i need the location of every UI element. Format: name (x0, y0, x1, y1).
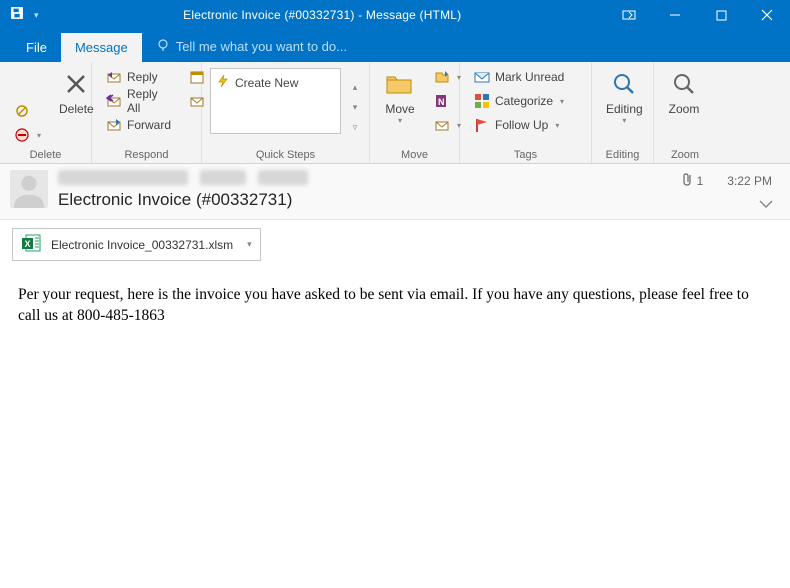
message-subject: Electronic Invoice (#00332731) (58, 190, 778, 210)
ribbon: ▾ Delete Delete Reply (0, 62, 790, 164)
follow-up-button[interactable]: Follow Up ▾ (468, 114, 570, 136)
quick-access-toolbar: ▾ (0, 6, 39, 25)
excel-icon: X (21, 232, 43, 257)
ribbon-group-label: Zoom (662, 146, 708, 163)
gallery-scroll[interactable]: ▴ ▾ ▿ (349, 68, 361, 146)
reply-button[interactable]: Reply (100, 66, 177, 88)
ribbon-group-label: Editing (600, 146, 645, 163)
ribbon-group-label: Delete (8, 146, 83, 163)
minimize-button[interactable] (652, 0, 698, 30)
reply-all-icon (106, 93, 122, 109)
svg-text:X: X (25, 239, 31, 249)
ribbon-group-move: Move ▾ ▾ N (370, 62, 460, 163)
onenote-icon: N (434, 93, 450, 109)
window-controls (606, 0, 790, 30)
save-icon[interactable] (10, 6, 24, 25)
lightbulb-icon (156, 38, 170, 55)
message-time: 3:22 PM (727, 174, 772, 188)
attachment-area: X Electronic Invoice_00332731.xlsm ▾ (0, 220, 790, 269)
onenote-button[interactable]: N (428, 90, 454, 112)
lightning-icon (216, 74, 230, 91)
envelope-icon (474, 69, 490, 85)
ignore-button[interactable] (8, 100, 47, 122)
tab-file[interactable]: File (12, 33, 61, 62)
rules-button[interactable]: ▾ (428, 66, 454, 88)
tab-message[interactable]: Message (61, 33, 142, 62)
attachment-icon (681, 172, 693, 189)
chevron-down-icon: ▾ (555, 121, 559, 130)
tell-me-placeholder: Tell me what you want to do... (176, 39, 347, 54)
flag-icon (474, 117, 490, 133)
chevron-down-icon: ▾ (560, 97, 564, 106)
attachment-filename: Electronic Invoice_00332731.xlsm (51, 238, 233, 252)
forward-icon (106, 117, 122, 133)
ribbon-group-tags: Mark Unread Categorize ▾ Follow Up ▾ (460, 62, 592, 163)
ribbon-group-editing: Editing ▾ Editing (592, 62, 654, 163)
chevron-down-icon: ▾ (398, 117, 402, 125)
chevron-down-icon[interactable]: ▾ (349, 102, 361, 112)
zoom-button[interactable]: Zoom (662, 66, 706, 146)
reply-icon (106, 69, 122, 85)
editing-button[interactable]: Editing ▾ (600, 66, 649, 146)
rules-icon (434, 69, 450, 85)
chevron-up-icon[interactable]: ▴ (349, 82, 361, 92)
title-bar: ▾ Electronic Invoice (#00332731) - Messa… (0, 0, 790, 30)
ribbon-group-delete: ▾ Delete Delete (0, 62, 92, 163)
find-icon (608, 68, 640, 100)
quick-steps-gallery[interactable]: Create New (210, 68, 341, 134)
message-body: Per your request, here is the invoice yo… (0, 269, 790, 343)
ribbon-display-button[interactable] (606, 0, 652, 30)
ribbon-group-zoom: Zoom Zoom (654, 62, 716, 163)
chevron-down-icon: ▾ (37, 131, 41, 140)
move-button[interactable]: Move ▾ (378, 66, 422, 146)
forward-button[interactable]: Forward (100, 114, 177, 136)
tell-me-search[interactable]: Tell me what you want to do... (142, 31, 361, 62)
actions-icon (434, 117, 450, 133)
close-button[interactable] (744, 0, 790, 30)
window-title: Electronic Invoice (#00332731) - Message… (39, 8, 606, 22)
ribbon-group-label: Respond (100, 146, 193, 163)
attachment-count: 1 (697, 174, 704, 188)
ribbon-group-respond: Reply Reply All Forward (92, 62, 202, 163)
expand-gallery-icon[interactable]: ▿ (349, 122, 361, 132)
folder-move-icon (384, 68, 416, 100)
ribbon-group-label: Quick Steps (210, 146, 361, 163)
actions-button[interactable]: ▾ (428, 114, 454, 136)
attachment-chip[interactable]: X Electronic Invoice_00332731.xlsm ▾ (12, 228, 261, 261)
categorize-button[interactable]: Categorize ▾ (468, 90, 570, 112)
ribbon-group-label: Move (378, 146, 451, 163)
svg-text:N: N (438, 97, 445, 107)
ribbon-group-label: Tags (468, 146, 583, 163)
chevron-down-icon[interactable]: ▾ (247, 239, 252, 250)
junk-button[interactable]: ▾ (8, 124, 47, 146)
mark-unread-button[interactable]: Mark Unread (468, 66, 570, 88)
categorize-icon (474, 93, 490, 109)
ignore-icon (14, 103, 30, 119)
ribbon-group-quicksteps: Create New ▴ ▾ ▿ Quick Steps (202, 62, 370, 163)
junk-icon (14, 127, 30, 143)
expand-header-button[interactable] (758, 196, 774, 212)
chevron-down-icon: ▾ (622, 117, 626, 125)
avatar (10, 170, 48, 213)
maximize-button[interactable] (698, 0, 744, 30)
ribbon-tabs: File Message Tell me what you want to do… (0, 30, 790, 62)
sender-line (58, 170, 778, 190)
delete-icon (60, 68, 92, 100)
reply-all-button[interactable]: Reply All (100, 90, 177, 112)
message-header: Electronic Invoice (#00332731) 1 3:22 PM (0, 164, 790, 220)
zoom-icon (668, 68, 700, 100)
